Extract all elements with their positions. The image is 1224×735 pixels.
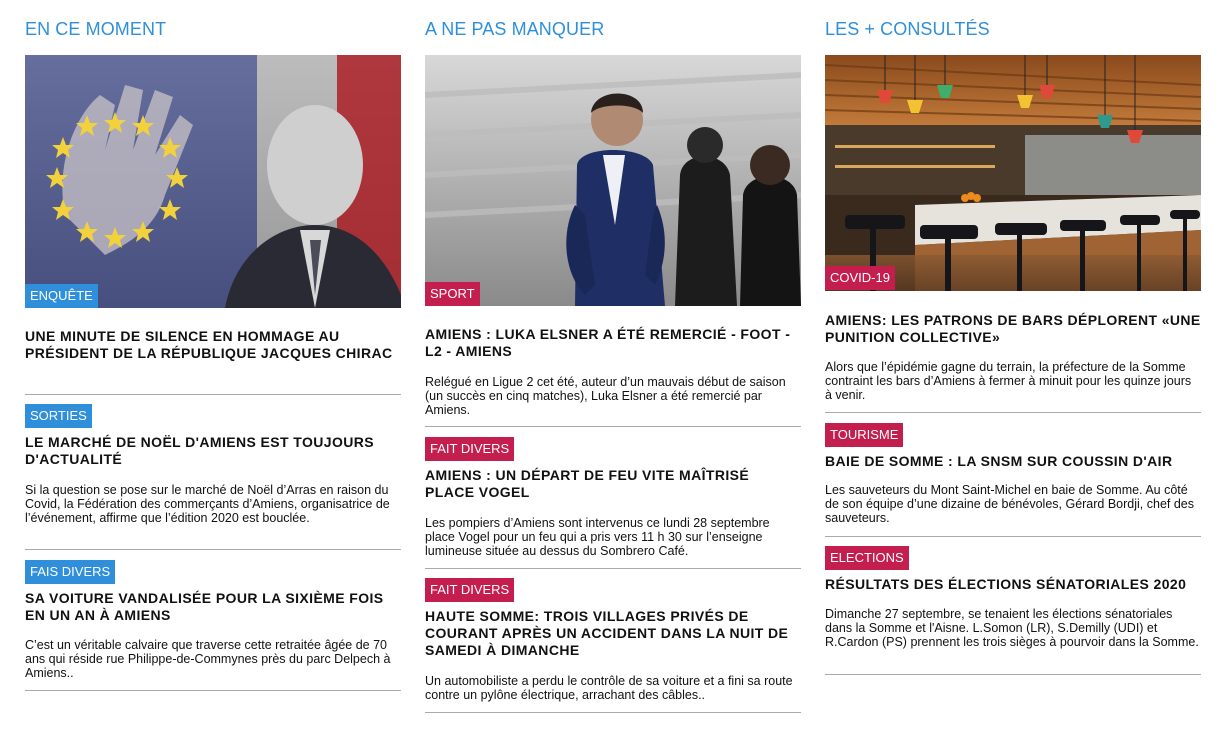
separator <box>825 674 1201 675</box>
category-badge[interactable]: FAIS DIVERS <box>25 560 116 584</box>
hero-image-chirac[interactable]: ENQUÊTE <box>25 55 401 308</box>
category-badge[interactable]: COVID-19 <box>825 266 895 290</box>
article-headline[interactable]: LE MARCHÉ DE NOËL D'AMIENS EST TOUJOURS … <box>25 434 401 468</box>
separator <box>25 690 401 691</box>
hero-summary[interactable]: Relégué en Ligue 2 cet été, auteur d’un … <box>425 375 801 417</box>
hero-image-bar[interactable]: COVID-19 <box>825 55 1201 291</box>
article-summary[interactable]: Les sauveteurs du Mont Saint-Michel en b… <box>825 483 1201 525</box>
article-headline[interactable]: AMIENS : UN DÉPART DE FEU VITE MAÎTRISÉ … <box>425 467 801 501</box>
hero-headline[interactable]: AMIENS: LES PATRONS DE BARS DÉPLORENT «U… <box>825 312 1201 346</box>
separator <box>825 412 1201 413</box>
hero-headline[interactable]: AMIENS : LUKA ELSNER A ÉTÉ REMERCIÉ - FO… <box>425 326 801 360</box>
elsner-photo <box>425 55 801 306</box>
chirac-photo <box>25 55 401 308</box>
hero-image-elsner[interactable]: SPORT <box>425 55 801 306</box>
section-title[interactable]: LES + CONSULTÉS <box>825 19 990 40</box>
hero-headline[interactable]: UNE MINUTE DE SILENCE EN HOMMAGE AU PRÉS… <box>25 328 401 362</box>
category-badge[interactable]: ENQUÊTE <box>25 284 98 308</box>
separator <box>25 394 401 395</box>
separator <box>25 549 401 550</box>
article-summary[interactable]: Dimanche 27 septembre, se tenaient les é… <box>825 607 1201 649</box>
separator <box>425 568 801 569</box>
article-headline[interactable]: SA VOITURE VANDALISÉE POUR LA SIXIÈME FO… <box>25 590 401 624</box>
category-badge[interactable]: FAIT DIVERS <box>425 437 515 461</box>
bar-photo <box>825 55 1201 291</box>
separator <box>825 536 1201 537</box>
article-headline[interactable]: HAUTE SOMME: TROIS VILLAGES PRIVÉS DE CO… <box>425 608 801 659</box>
article-summary[interactable]: Les pompiers d’Amiens sont intervenus ce… <box>425 516 801 558</box>
section-title[interactable]: EN CE MOMENT <box>25 19 166 40</box>
hero-summary[interactable]: Alors que l’épidémie gagne du terrain, l… <box>825 360 1201 402</box>
category-badge[interactable]: SORTIES <box>25 404 92 428</box>
article-summary[interactable]: Un automobiliste a perdu le contrôle de … <box>425 674 801 702</box>
article-headline[interactable]: BAIE DE SOMME : LA SNSM SUR COUSSIN D'AI… <box>825 453 1201 470</box>
category-badge[interactable]: TOURISME <box>825 423 904 447</box>
category-badge[interactable]: ELECTIONS <box>825 546 909 570</box>
category-badge[interactable]: SPORT <box>425 282 480 306</box>
article-summary[interactable]: C’est un véritable calvaire que traverse… <box>25 638 401 680</box>
separator <box>425 712 801 713</box>
separator <box>425 426 801 427</box>
article-summary[interactable]: Si la question se pose sur le marché de … <box>25 483 401 525</box>
section-title[interactable]: A NE PAS MANQUER <box>425 19 604 40</box>
category-badge[interactable]: FAIT DIVERS <box>425 578 515 602</box>
article-headline[interactable]: RÉSULTATS DES ÉLECTIONS SÉNATORIALES 202… <box>825 576 1201 593</box>
